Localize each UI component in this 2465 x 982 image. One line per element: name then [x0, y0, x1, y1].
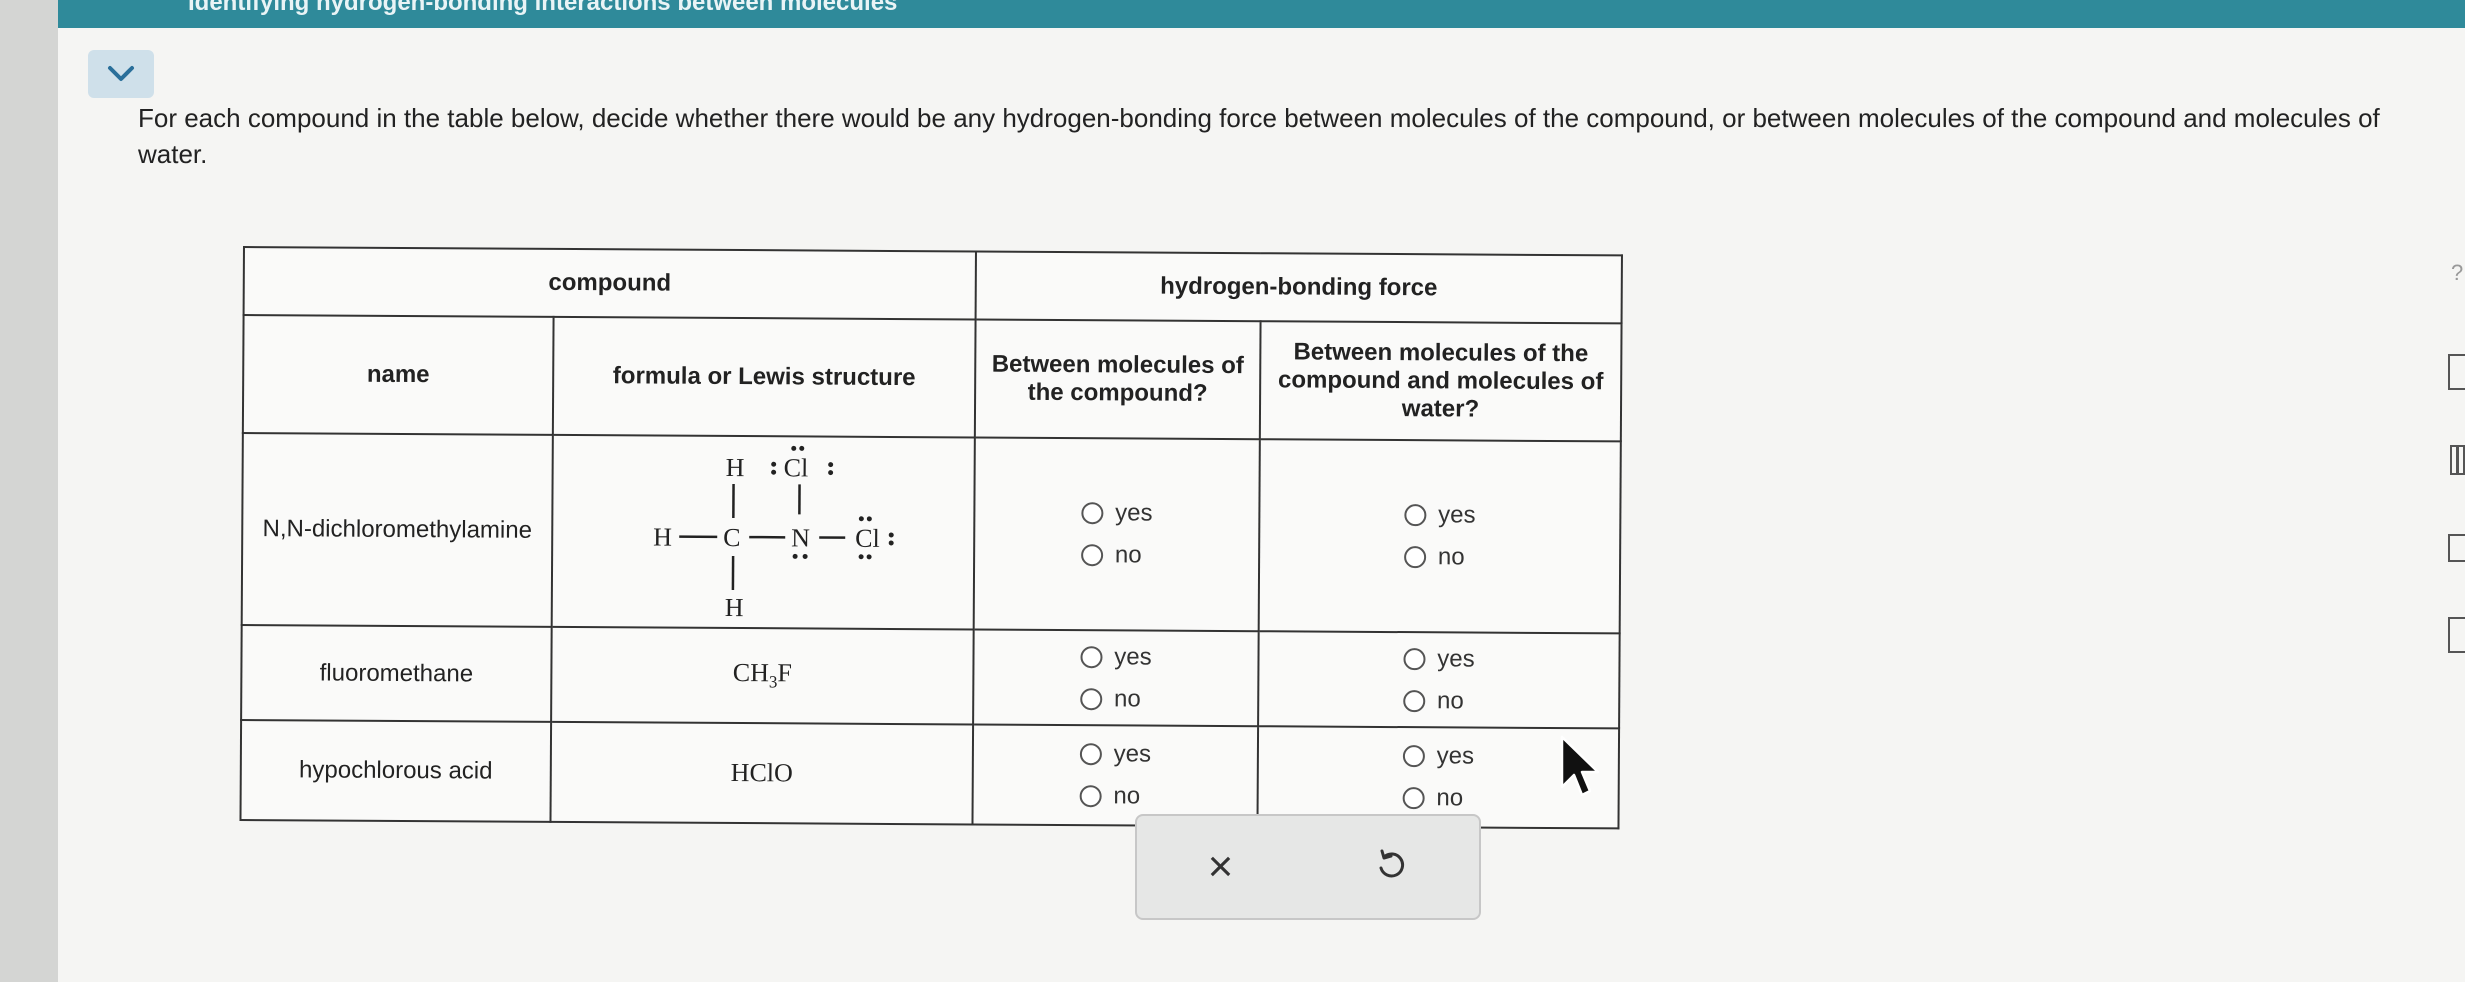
- header-between-water: Between molecules of the compound and mo…: [1259, 321, 1622, 442]
- mouse-cursor-icon: [1560, 735, 1600, 797]
- radio-yes[interactable]: yes: [1403, 645, 1475, 673]
- lewis-structure-drawing: H H C H N Cl Cl: [653, 445, 894, 622]
- header-hydrogen-bonding-force: hydrogen-bonding force: [975, 251, 1622, 324]
- data-icon[interactable]: [2450, 445, 2465, 475]
- radio-no[interactable]: no: [1402, 784, 1474, 812]
- lewis-structure: H H C H N Cl Cl: [551, 434, 975, 630]
- radio-no[interactable]: no: [1079, 685, 1152, 713]
- compound-name: N,N-dichloromethylamine: [241, 433, 553, 627]
- help-icon[interactable]: ?: [2451, 260, 2463, 285]
- radio-group-compound-row3: yes no: [1079, 740, 1151, 810]
- radio-circle[interactable]: [1402, 689, 1426, 712]
- radio-group-compound-row2: yes no: [1079, 643, 1152, 713]
- atom-h-bottom: H: [725, 593, 744, 622]
- right-toolbar-partial: ?: [2448, 260, 2465, 653]
- undo-button[interactable]: [1374, 848, 1408, 887]
- header-between-compound: Between molecules of the compound?: [974, 319, 1261, 440]
- instructions-text: For each compound in the table below, de…: [138, 103, 2380, 169]
- table-row: hypochlorous acid HClO yes no yes no: [240, 719, 1620, 829]
- answer-action-bar: ×: [1135, 814, 1481, 920]
- radio-circle[interactable]: [1079, 687, 1103, 710]
- atom-cl-right: Cl: [855, 524, 880, 553]
- radio-yes[interactable]: yes: [1081, 499, 1153, 527]
- radio-group-water-row3: yes no: [1402, 742, 1474, 812]
- compound-formula: HClO: [550, 721, 974, 825]
- atom-c: C: [723, 523, 741, 552]
- between-compound-cell: yes no: [973, 629, 1259, 727]
- radio-circle[interactable]: [1079, 785, 1102, 808]
- atom-h-top: H: [726, 453, 745, 482]
- radio-group-water-row2: yes no: [1402, 645, 1475, 715]
- question-panel: For each compound in the table below, de…: [58, 28, 2465, 982]
- radio-circle[interactable]: [1080, 544, 1104, 567]
- calculator-icon[interactable]: [2448, 354, 2465, 390]
- radio-circle[interactable]: [1404, 504, 1427, 527]
- left-edge-strip: [0, 0, 58, 982]
- radio-group-compound-row1: yes no: [1080, 499, 1153, 569]
- radio-circle[interactable]: [1402, 787, 1425, 810]
- between-compound-cell: yes no: [973, 437, 1260, 632]
- radio-yes[interactable]: yes: [1402, 742, 1474, 770]
- header-name: name: [242, 315, 554, 435]
- table-row: fluoromethane CH3F yes no yes no: [241, 624, 1620, 729]
- radio-circle[interactable]: [1403, 647, 1426, 670]
- collapse-button[interactable]: [88, 50, 154, 98]
- question-title-banner: Identifying hydrogen-bonding interaction…: [58, 0, 2465, 28]
- chevron-down-icon: [108, 66, 134, 81]
- header-formula: formula or Lewis structure: [552, 316, 976, 438]
- close-icon: ×: [1207, 842, 1234, 891]
- radio-yes[interactable]: yes: [1404, 501, 1476, 529]
- radio-yes[interactable]: yes: [1080, 643, 1152, 671]
- radio-circle[interactable]: [1403, 546, 1427, 569]
- svg-text:?: ?: [2451, 260, 2463, 285]
- radio-yes[interactable]: yes: [1079, 740, 1151, 768]
- atom-n: N: [791, 523, 810, 552]
- question-title: Identifying hydrogen-bonding interaction…: [188, 0, 898, 16]
- radio-no[interactable]: no: [1079, 782, 1151, 810]
- radio-group-water-row1: yes no: [1403, 501, 1476, 571]
- undo-icon: [1379, 849, 1405, 877]
- compound-formula: CH3F: [551, 626, 974, 725]
- table-row: N,N-dichloromethylamine H H C H N Cl Cl: [241, 433, 1621, 634]
- clear-button[interactable]: ×: [1208, 845, 1234, 889]
- periodic-table-icon[interactable]: [2448, 617, 2465, 653]
- hydrogen-bonding-table: compound hydrogen-bonding force name for…: [239, 246, 1623, 830]
- atom-cl-top: Cl: [784, 453, 809, 482]
- text-icon[interactable]: [2448, 534, 2465, 562]
- compound-name: fluoromethane: [241, 624, 552, 722]
- radio-circle[interactable]: [1080, 645, 1103, 668]
- between-compound-cell: yes no: [972, 724, 1259, 827]
- between-water-cell: yes no: [1258, 631, 1620, 729]
- radio-circle[interactable]: [1081, 502, 1104, 525]
- radio-no[interactable]: no: [1080, 541, 1153, 569]
- radio-no[interactable]: no: [1402, 687, 1475, 715]
- header-compound: compound: [243, 247, 976, 320]
- radio-no[interactable]: no: [1403, 543, 1476, 571]
- radio-circle[interactable]: [1079, 743, 1102, 766]
- compound-name: hypochlorous acid: [240, 719, 552, 822]
- atom-h-left: H: [653, 523, 672, 552]
- radio-circle[interactable]: [1402, 745, 1425, 768]
- between-water-cell: yes no: [1258, 439, 1621, 634]
